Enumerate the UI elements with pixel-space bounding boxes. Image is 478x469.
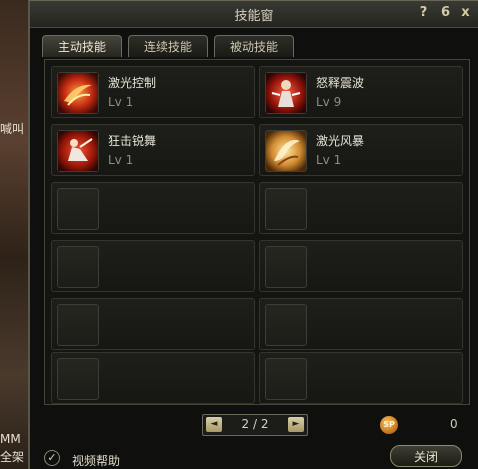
close-button[interactable]: 关闭 [390,445,462,467]
next-page-button[interactable]: ► [288,417,304,432]
window-title: 技能窗 [234,9,274,24]
empty-skill-slot [51,298,255,350]
skill-level: Lv 1 [108,95,134,109]
rage-shockwave-icon [265,72,307,114]
title-bar[interactable]: 技能窗 ? 6 x [30,1,478,28]
empty-slot-icon [57,246,99,288]
skill-list-panel: 激光控制 Lv 1 怒释震波 Lv 9 狂击锐舞 Lv 1 激光风暴 Lv 1 [44,59,470,405]
laser-control-icon [57,72,99,114]
laser-storm-icon [265,130,307,172]
empty-slot-icon [57,188,99,230]
video-help-checkbox[interactable]: ✓ [44,450,60,466]
page-navigator: ◄ 2 / 2 ► [202,414,308,436]
empty-skill-slot [259,352,463,404]
empty-slot-icon [265,188,307,230]
pin-button[interactable]: 6 [438,5,453,21]
skill-window: 技能窗 ? 6 x 主动技能 连续技能 被动技能 激光控制 Lv 1 怒释震波 … [28,0,478,469]
empty-slot-icon [57,358,99,400]
skill-level: Lv 1 [108,153,134,167]
skill-name: 激光风暴 [316,134,365,148]
empty-skill-slot [259,298,463,350]
background-text: MM [0,432,21,446]
sp-icon: SP [380,416,398,434]
tab-passive-skills[interactable]: 被动技能 [214,35,294,57]
empty-slot-icon [265,246,307,288]
prev-page-button[interactable]: ◄ [206,417,222,432]
skill-name: 怒释震波 [316,76,365,90]
skill-slot[interactable]: 怒释震波 Lv 9 [259,66,463,118]
help-button[interactable]: ? [416,5,431,21]
frenzy-strike-icon [57,130,99,172]
empty-skill-slot [259,240,463,292]
skill-slot[interactable]: 激光控制 Lv 1 [51,66,255,118]
skill-level: Lv 9 [316,95,342,109]
skill-name: 激光控制 [108,76,157,90]
empty-skill-slot [51,240,255,292]
tab-combo-skills[interactable]: 连续技能 [128,35,208,57]
page-indicator: 2 / 2 [241,417,269,431]
skill-slot[interactable]: 激光风暴 Lv 1 [259,124,463,176]
video-help-label[interactable]: 视频帮助 [72,452,120,469]
empty-skill-slot [51,182,255,234]
skill-tabs: 主动技能 连续技能 被动技能 [42,35,472,59]
empty-slot-icon [57,304,99,346]
background-text: 喊叫 [0,122,25,136]
background-text: 全架 [0,450,25,464]
skill-name: 狂击锐舞 [108,134,157,148]
game-screen: 喊叫 MM 全架 技能窗 ? 6 x 主动技能 连续技能 被动技能 激光控制 L… [0,0,478,469]
tab-active-skills[interactable]: 主动技能 [42,35,122,57]
close-icon[interactable]: x [458,5,473,21]
empty-slot-icon [265,358,307,400]
empty-skill-slot [51,352,255,404]
skill-level: Lv 1 [316,153,342,167]
skill-slot[interactable]: 狂击锐舞 Lv 1 [51,124,255,176]
empty-skill-slot [259,182,463,234]
sp-value: 0 [450,417,458,431]
empty-slot-icon [265,304,307,346]
